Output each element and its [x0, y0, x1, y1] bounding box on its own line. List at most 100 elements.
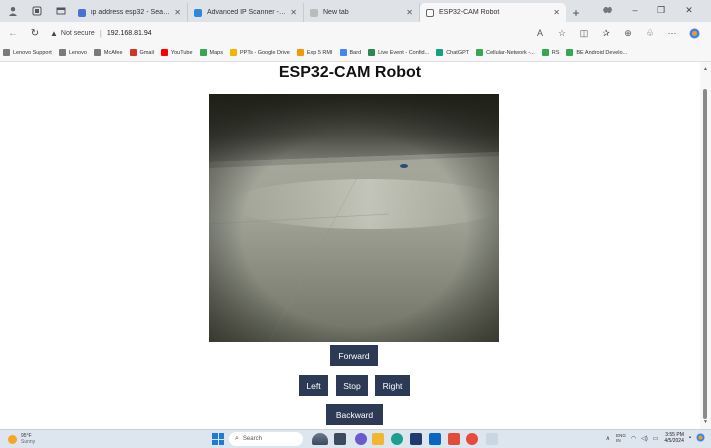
scanner-icon	[194, 8, 202, 17]
camera-stream	[209, 94, 499, 342]
bookmark-item[interactable]: Gmail	[129, 49, 154, 56]
bookmark-favicon-icon	[296, 49, 304, 56]
tab-search[interactable]: ip address esp32 - Search ✕	[72, 3, 188, 22]
wifi-icon[interactable]: ◠	[631, 435, 636, 442]
tab-label: New tab	[323, 9, 349, 16]
favorites-icon[interactable]: ✰	[595, 25, 617, 41]
tab-actions-icon[interactable]	[52, 2, 70, 20]
bookmark-favicon-icon	[160, 49, 168, 56]
page-scrollbar[interactable]: ▲ ▼	[700, 62, 711, 429]
toolbar-icons: A ☆ ◫ ✰ ⊕ ♧ ⋯	[529, 25, 705, 41]
scrollbar-thumb[interactable]	[703, 89, 707, 419]
bookmark-favicon-icon	[339, 49, 347, 56]
backward-button[interactable]: Backward	[326, 404, 383, 425]
favorite-star-icon[interactable]: ☆	[551, 25, 573, 41]
file-explorer-icon[interactable]	[372, 433, 384, 445]
right-button[interactable]: Right	[375, 375, 410, 396]
bookmarks-bar: Lenovo Support Lenovo McAfee Gmail YouTube Ma…	[0, 44, 711, 62]
clock[interactable]: 3:55 PM 4/5/2024	[664, 432, 683, 444]
bookmark-item[interactable]: RS	[541, 49, 559, 56]
bookmark-item[interactable]: Lenovo Support	[3, 49, 52, 56]
linkedin-icon[interactable]	[429, 433, 441, 445]
taskbar-search[interactable]: ⌕ Search	[229, 432, 303, 446]
bookmark-favicon-icon	[58, 49, 66, 56]
close-window-icon[interactable]: ✕	[678, 3, 700, 17]
tab-ip-scanner[interactable]: Advanced IP Scanner - Downloa ✕	[188, 3, 304, 22]
notification-icon[interactable]: ▪	[689, 435, 691, 441]
windows-taskbar: 95°F Sunny ⌕ Search ∧ ENG IN ◠ ◁) ▭ 3:55…	[0, 429, 711, 448]
widgets-icon[interactable]	[312, 433, 328, 445]
copilot-icon[interactable]	[596, 3, 618, 17]
bookmark-item[interactable]: PPTs - Google Drive	[230, 49, 290, 56]
app-icon[interactable]	[486, 433, 498, 445]
close-icon[interactable]: ✕	[406, 8, 413, 17]
url-field[interactable]: 192.168.81.94	[107, 30, 152, 37]
bookmark-item[interactable]: Bard	[339, 49, 362, 56]
minimize-icon[interactable]: –	[624, 3, 646, 17]
tray-overflow-icon[interactable]: ∧	[606, 435, 610, 442]
task-view-icon[interactable]	[334, 433, 346, 445]
system-tray: ∧ ENG IN ◠ ◁) ▭ 3:55 PM 4/5/2024 ▪	[601, 432, 705, 444]
bookmark-item[interactable]: Live Event - Confid...	[368, 49, 429, 56]
refresh-button[interactable]: ↻	[26, 24, 44, 42]
weather-widget[interactable]: 95°F Sunny	[8, 433, 35, 445]
new-tab-button[interactable]: +	[566, 3, 586, 22]
copilot-taskbar-icon[interactable]	[696, 433, 705, 444]
security-label: Not secure	[60, 29, 95, 37]
volume-icon[interactable]: ◁)	[641, 435, 648, 442]
bookmark-item[interactable]: BE Android Develo...	[566, 49, 627, 56]
collections-icon[interactable]: ⊕	[617, 25, 639, 41]
close-icon[interactable]: ✕	[290, 8, 297, 17]
bookmark-item[interactable]: YouTube	[160, 49, 193, 56]
close-icon[interactable]: ✕	[553, 8, 560, 17]
sun-icon	[8, 434, 17, 444]
battery-icon[interactable]: ▭	[653, 435, 659, 442]
address-bar: ← ↻ ▲ Not secure | 192.168.81.94 A ☆ ◫ ✰…	[0, 22, 711, 44]
scroll-down-icon[interactable]: ▼	[702, 419, 709, 426]
opera-icon[interactable]	[466, 433, 478, 445]
restore-icon[interactable]: ❐	[650, 3, 672, 17]
page-icon	[310, 8, 318, 17]
language-indicator[interactable]: ENG IN	[616, 433, 626, 443]
bookmark-item[interactable]: ChatGPT	[436, 49, 469, 56]
workspaces-icon[interactable]	[28, 2, 46, 20]
page-title: ESP32-CAM Robot	[278, 64, 422, 81]
camera-frame-image	[209, 94, 499, 342]
store-icon[interactable]	[410, 433, 422, 445]
warning-icon: ▲	[50, 28, 58, 38]
back-button[interactable]: ←	[4, 24, 22, 42]
scroll-up-icon[interactable]: ▲	[702, 66, 709, 73]
tab-esp32-cam-robot[interactable]: ESP32-CAM Robot ✕	[420, 3, 566, 22]
bookmark-favicon-icon	[436, 49, 444, 56]
profile-icon[interactable]	[4, 2, 22, 20]
stop-button[interactable]: Stop	[336, 375, 368, 396]
read-aloud-icon[interactable]: A	[529, 25, 551, 41]
security-indicator[interactable]: ▲ Not secure	[50, 29, 95, 38]
forward-button[interactable]: Forward	[330, 345, 378, 366]
page-content: ESP32-CAM Robot Forward Left Stop Right …	[0, 62, 700, 429]
bookmark-item[interactable]: Cellular-Network -...	[476, 49, 535, 56]
bookmark-favicon-icon	[541, 49, 549, 56]
more-menu-icon[interactable]: ⋯	[661, 25, 683, 41]
copilot-sidebar-icon[interactable]	[683, 25, 705, 41]
left-button[interactable]: Left	[299, 375, 328, 396]
bookmark-label: Gmail	[139, 49, 154, 56]
bookmark-favicon-icon	[476, 49, 484, 56]
bookmark-favicon-icon	[129, 49, 137, 56]
close-icon[interactable]: ✕	[174, 8, 181, 17]
bookmark-item[interactable]: Lenovo	[58, 49, 87, 56]
windows-start-icon[interactable]	[212, 433, 224, 445]
bookmark-item[interactable]: Maps	[199, 49, 223, 56]
mcafee-icon[interactable]	[448, 433, 460, 445]
tab-new-tab[interactable]: New tab ✕	[304, 3, 420, 22]
split-screen-icon[interactable]: ◫	[573, 25, 595, 41]
edge-icon[interactable]	[391, 433, 403, 445]
bookmark-label: Bard	[349, 49, 362, 56]
extensions-icon[interactable]: ♧	[639, 25, 661, 41]
bookmark-item[interactable]: Exp 5 RMI	[296, 49, 333, 56]
bookmark-label: BE Android Develo...	[576, 49, 628, 56]
teams-icon[interactable]	[355, 433, 367, 445]
bookmark-item[interactable]: McAfee	[93, 49, 123, 56]
bookmark-label: ChatGPT	[446, 49, 470, 56]
bookmark-label: YouTube	[170, 49, 193, 56]
